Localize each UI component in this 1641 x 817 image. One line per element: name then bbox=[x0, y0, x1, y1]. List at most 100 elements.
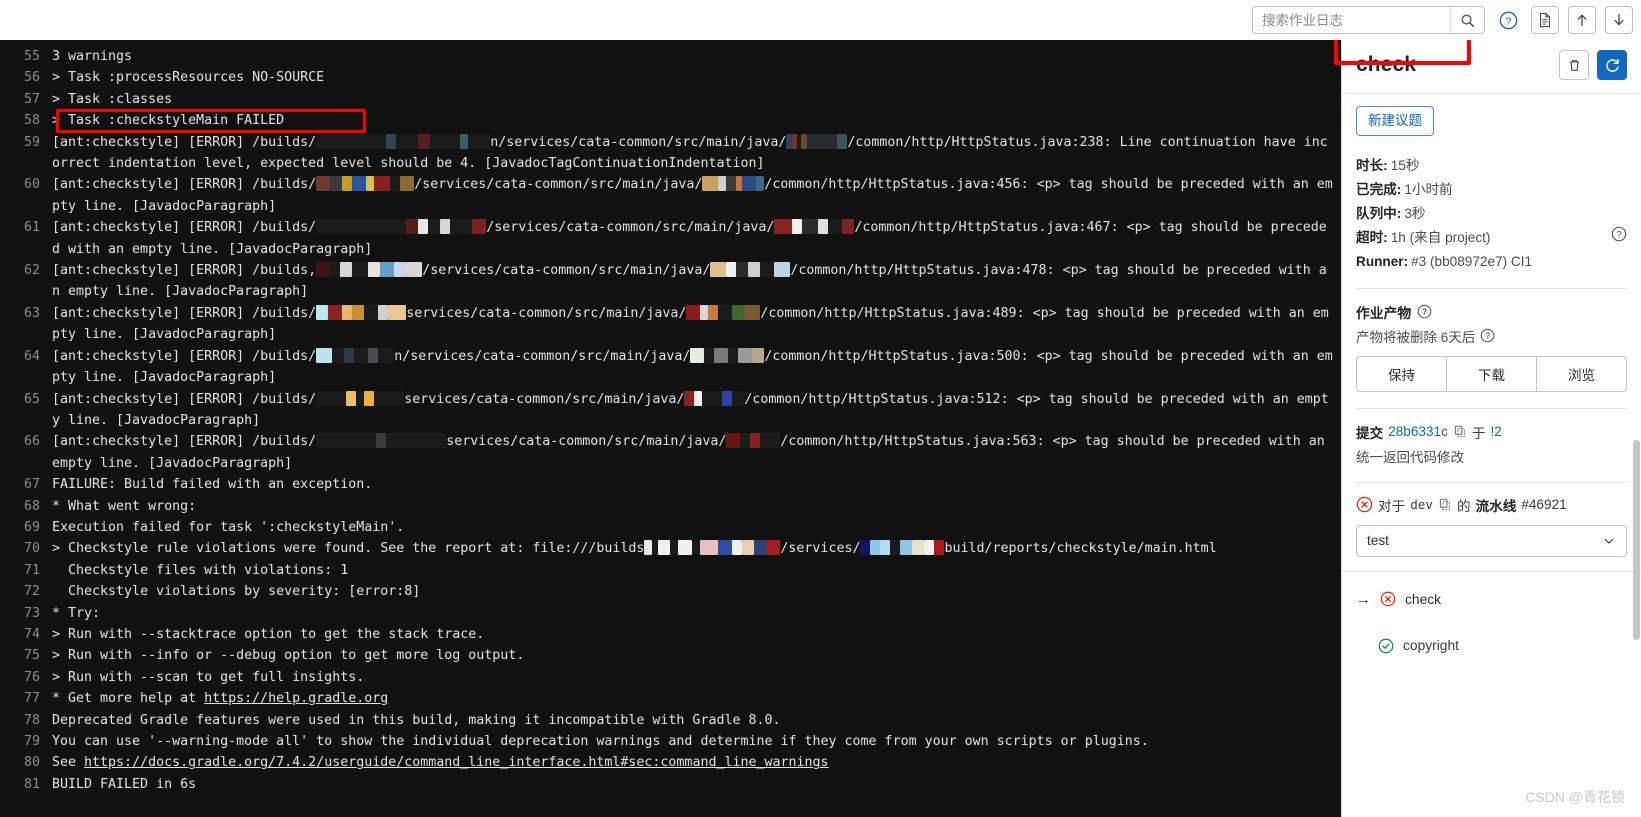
log-line-content: [ant:checkstyle] [ERROR] /builds/n/servi… bbox=[52, 347, 1333, 386]
redacted-block bbox=[670, 540, 679, 556]
merge-request-link[interactable]: !2 bbox=[1491, 424, 1502, 439]
log-line-number[interactable]: 80 bbox=[0, 752, 52, 773]
log-line-number[interactable]: 61 bbox=[0, 217, 52, 238]
log-help-button[interactable]: ? bbox=[1494, 6, 1522, 34]
log-line-number[interactable]: 60 bbox=[0, 174, 52, 195]
log-line-number[interactable]: 66 bbox=[0, 431, 52, 452]
redacted-block bbox=[316, 219, 407, 235]
show-raw-log-button[interactable] bbox=[1531, 6, 1559, 34]
download-artifacts-button[interactable]: 下载 bbox=[1446, 355, 1537, 392]
redacted-block bbox=[364, 304, 379, 320]
redacted-block bbox=[912, 540, 925, 556]
log-link[interactable]: https://help.gradle.org bbox=[204, 691, 388, 706]
log-line-number[interactable]: 71 bbox=[0, 560, 52, 581]
scroll-to-top-button[interactable] bbox=[1568, 6, 1596, 34]
redacted-block bbox=[774, 219, 793, 235]
redacted-block bbox=[386, 433, 447, 449]
redacted-block bbox=[704, 347, 715, 363]
redacted-block bbox=[378, 347, 395, 363]
pipeline-prefix: 对于 bbox=[1378, 498, 1406, 514]
search-button[interactable] bbox=[1450, 7, 1484, 33]
redacted-block bbox=[374, 176, 391, 192]
log-line-number[interactable]: 62 bbox=[0, 260, 52, 281]
log-line-number[interactable]: 72 bbox=[0, 581, 52, 602]
log-line-number[interactable]: 68 bbox=[0, 496, 52, 517]
log-line-number[interactable]: 75 bbox=[0, 645, 52, 666]
sidebar-header-actions bbox=[1559, 50, 1627, 80]
redacted-block bbox=[406, 262, 423, 278]
search-input[interactable] bbox=[1253, 7, 1450, 33]
log-line-number[interactable]: 67 bbox=[0, 474, 52, 495]
redacted-block bbox=[340, 262, 353, 278]
log-line-content: Deprecated Gradle features were used in … bbox=[52, 712, 781, 728]
help-icon[interactable]: ? bbox=[1417, 304, 1432, 319]
log-line-number[interactable]: 79 bbox=[0, 731, 52, 752]
retry-refresh-icon bbox=[1605, 58, 1619, 72]
artifacts-expiry-label: 产物将被删除 6天后 bbox=[1356, 329, 1476, 345]
log-line-number[interactable]: 69 bbox=[0, 517, 52, 538]
log-line: 67 FAILURE: Build failed with an exceptio… bbox=[0, 474, 1341, 495]
redacted-block bbox=[860, 540, 871, 556]
copy-icon[interactable] bbox=[1453, 424, 1467, 439]
redacted-block bbox=[316, 304, 329, 320]
redacted-block bbox=[368, 262, 381, 278]
log-line-number[interactable]: 77 bbox=[0, 688, 52, 709]
log-line-number[interactable]: 63 bbox=[0, 303, 52, 324]
keep-artifacts-button[interactable]: 保持 bbox=[1356, 355, 1447, 392]
redacted-block bbox=[828, 219, 843, 235]
log-line: 68 * What went wrong: bbox=[0, 496, 1341, 517]
redacted-block bbox=[718, 176, 727, 192]
sidebar-scrollbar[interactable] bbox=[1633, 440, 1640, 640]
log-line: 62 [ant:checkstyle] [ERROR] /builds,/serv… bbox=[0, 260, 1341, 303]
log-line-number[interactable]: 78 bbox=[0, 710, 52, 731]
job-log-output[interactable]: 55 3 warnings 56 > Task :processResources N… bbox=[0, 40, 1341, 817]
log-line-number[interactable]: 64 bbox=[0, 346, 52, 367]
redacted-block bbox=[690, 347, 705, 363]
log-line-number[interactable]: 76 bbox=[0, 667, 52, 688]
redacted-block bbox=[352, 262, 369, 278]
job-list-item-copyright[interactable]: copyright bbox=[1342, 633, 1641, 659]
redacted-block bbox=[346, 390, 357, 406]
log-line-number[interactable]: 58 bbox=[0, 110, 52, 131]
scroll-to-bottom-button[interactable] bbox=[1605, 6, 1633, 34]
stage-select[interactable]: test bbox=[1356, 524, 1627, 557]
redacted-block bbox=[342, 176, 353, 192]
log-line-content: > Run with --stacktrace option to get th… bbox=[52, 626, 485, 642]
log-line-number[interactable]: 70 bbox=[0, 538, 52, 559]
job-meta-label: 时长: bbox=[1356, 157, 1388, 173]
log-line-number[interactable]: 59 bbox=[0, 132, 52, 153]
retry-job-button[interactable] bbox=[1597, 50, 1627, 80]
log-line-number[interactable]: 81 bbox=[0, 774, 52, 795]
pipeline-branch[interactable]: dev bbox=[1410, 497, 1433, 512]
redacted-block bbox=[760, 262, 775, 278]
commit-label: 提交 bbox=[1356, 425, 1384, 441]
redacted-block bbox=[352, 176, 367, 192]
commit-sha-link[interactable]: 28b6331c bbox=[1388, 424, 1448, 439]
log-line: 71 Checkstyle files with violations: 1 bbox=[0, 560, 1341, 581]
pipeline-number[interactable]: #46921 bbox=[1521, 497, 1566, 512]
redacted-block bbox=[732, 390, 745, 406]
log-line-number[interactable]: 57 bbox=[0, 89, 52, 110]
sidebar-header: check bbox=[1342, 40, 1641, 94]
question-circle-icon: ? bbox=[1499, 11, 1517, 29]
job-list-item-check[interactable]: → check bbox=[1342, 586, 1641, 613]
log-line-number[interactable]: 74 bbox=[0, 624, 52, 645]
erase-job-log-button[interactable] bbox=[1559, 50, 1589, 80]
redacted-block bbox=[400, 176, 415, 192]
log-line-content: [ant:checkstyle] [ERROR] /builds/service… bbox=[52, 304, 1329, 343]
log-line-number[interactable]: 55 bbox=[0, 46, 52, 67]
log-link[interactable]: https://docs.gradle.org/7.4.2/userguide/… bbox=[84, 755, 829, 770]
current-job-arrow-icon: → bbox=[1356, 590, 1371, 608]
help-icon[interactable]: ? bbox=[1611, 226, 1627, 242]
search-job-log[interactable] bbox=[1252, 6, 1485, 34]
log-line-number[interactable]: 56 bbox=[0, 67, 52, 88]
new-issue-button[interactable]: 新建议题 bbox=[1356, 106, 1434, 136]
copy-icon[interactable] bbox=[1438, 497, 1452, 512]
log-line-number[interactable]: 73 bbox=[0, 603, 52, 624]
help-icon[interactable]: ? bbox=[1480, 328, 1495, 343]
redacted-block bbox=[842, 219, 855, 235]
redacted-block bbox=[924, 540, 935, 556]
browse-artifacts-button[interactable]: 浏览 bbox=[1536, 355, 1627, 392]
redacted-block bbox=[700, 540, 719, 556]
log-line-number[interactable]: 65 bbox=[0, 389, 52, 410]
